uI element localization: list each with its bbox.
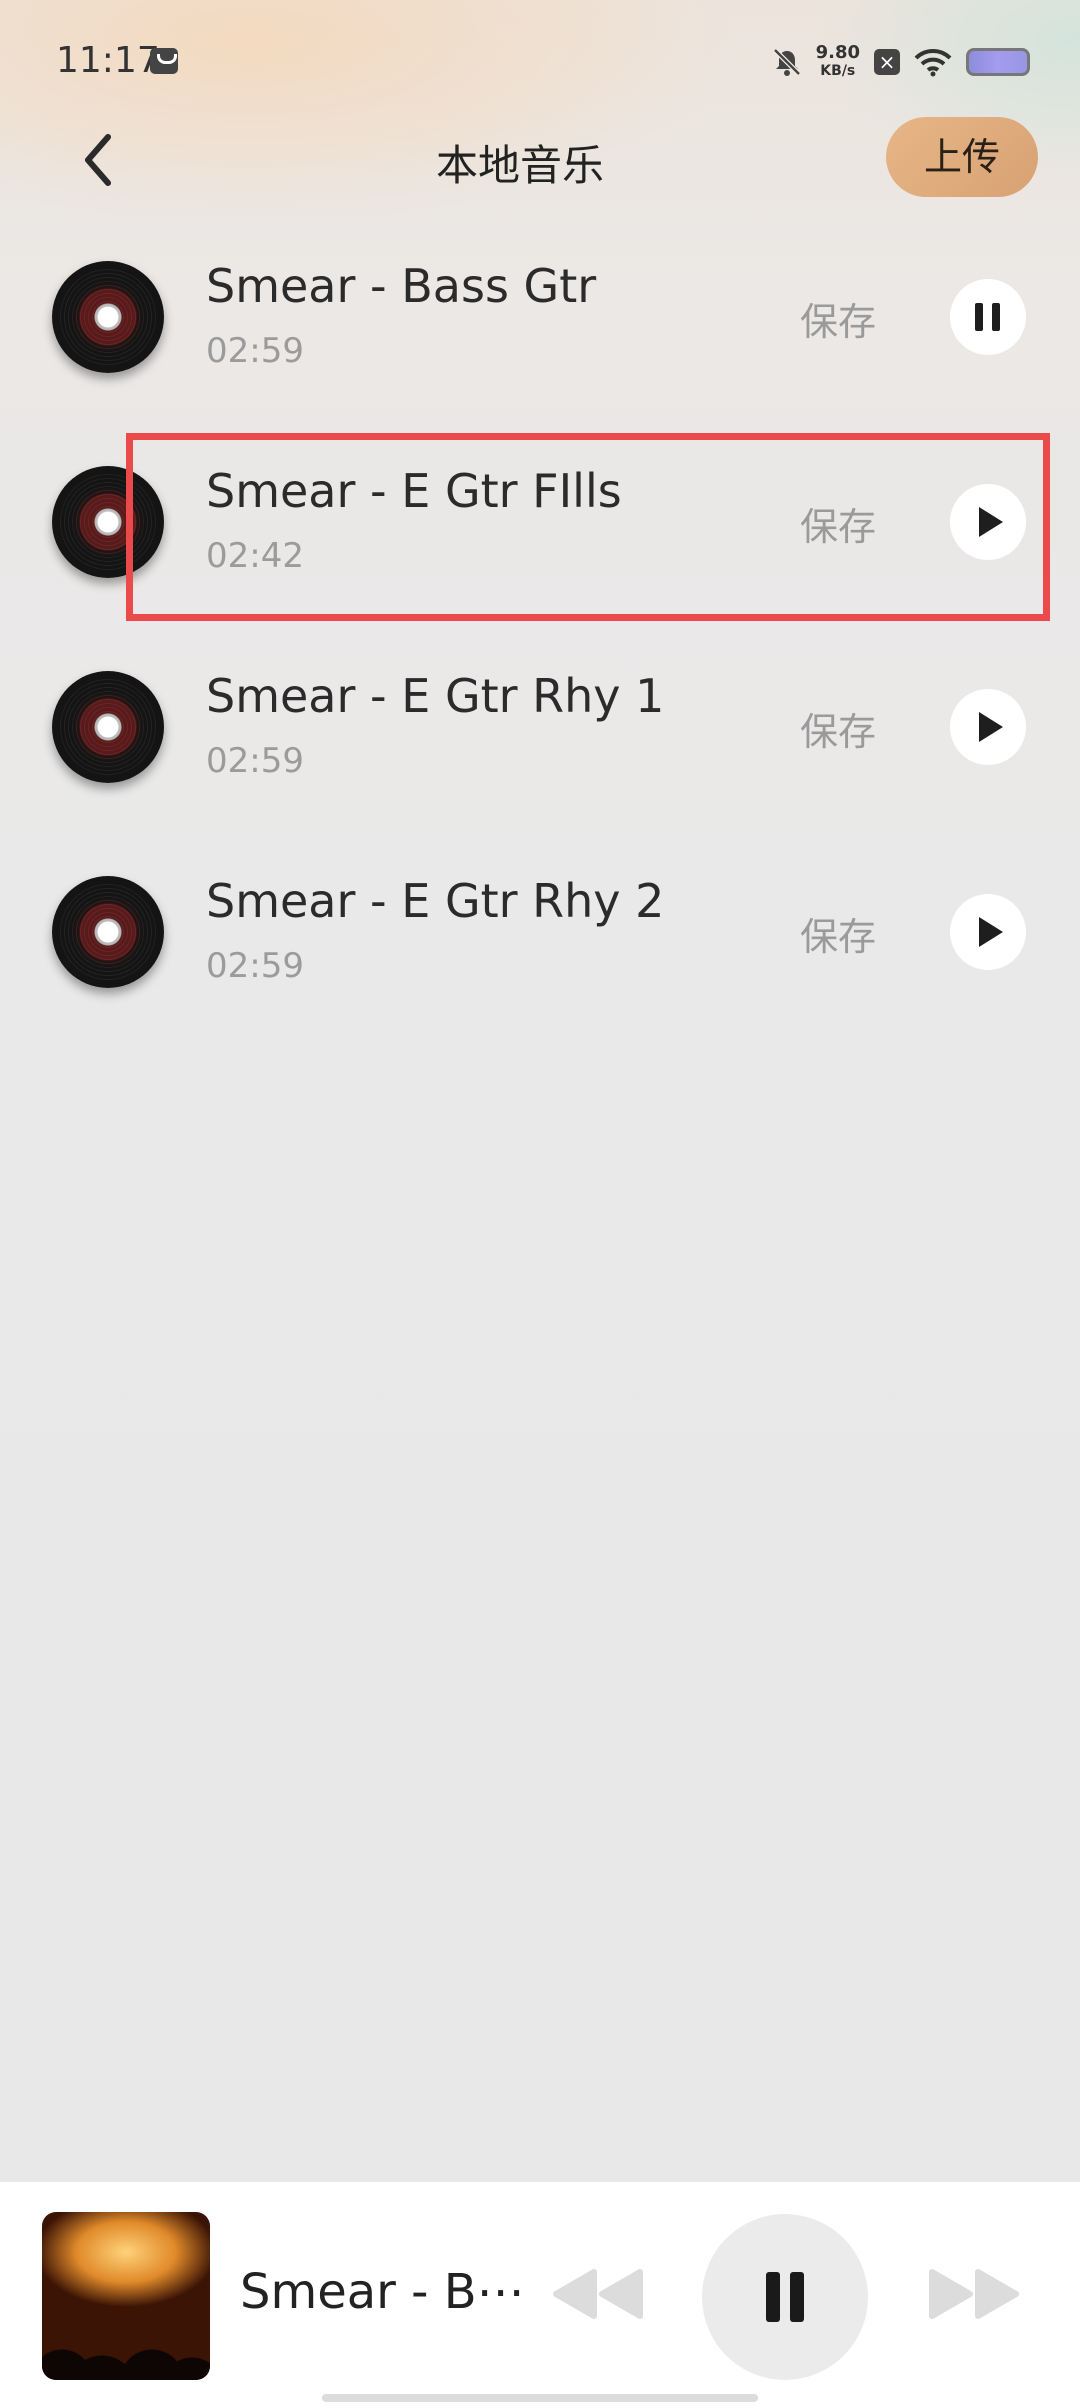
play-button[interactable]	[950, 894, 1026, 970]
vinyl-disc-icon	[52, 671, 164, 783]
status-time: 11:17	[56, 40, 160, 81]
play-button[interactable]	[950, 689, 1026, 765]
pause-icon-bar	[992, 303, 1000, 331]
page-title: 本地音乐	[435, 141, 604, 190]
track-title: Smear - Bass Gtr	[206, 259, 597, 313]
save-button[interactable]: 保存	[800, 291, 876, 346]
track-duration: 02:59	[206, 741, 304, 781]
speed-value: 9.80	[815, 42, 860, 63]
vinyl-disc-icon	[52, 261, 164, 373]
message-notification-icon	[150, 48, 178, 74]
pause-icon	[975, 303, 983, 331]
next-track-icon[interactable]	[924, 2266, 1024, 2322]
track-title: Smear - E Gtr Rhy 1	[206, 669, 665, 723]
play-icon	[979, 712, 1003, 742]
no-sim-icon: ×	[874, 49, 900, 75]
upload-button[interactable]: 上传	[886, 117, 1038, 197]
pause-icon-bar	[790, 2272, 804, 2322]
play-icon	[979, 917, 1003, 947]
save-button[interactable]: 保存	[800, 701, 876, 756]
track-duration: 02:59	[206, 331, 304, 371]
selection-highlight	[126, 433, 1050, 621]
speed-unit: KB/s	[820, 63, 856, 79]
home-indicator[interactable]	[322, 2394, 758, 2402]
list-item[interactable]: Smear - Bass Gtr 02:59 保存	[0, 215, 1080, 415]
pause-icon	[766, 2272, 780, 2322]
album-cover[interactable]	[42, 2212, 210, 2380]
mini-player[interactable]: Smear - B⋯	[0, 2182, 1080, 2408]
wifi-icon	[914, 48, 952, 77]
list-item[interactable]: Smear - E Gtr Rhy 1 02:59 保存	[0, 625, 1080, 825]
vinyl-disc-icon	[52, 876, 164, 988]
track-title: Smear - E Gtr Rhy 2	[206, 874, 665, 928]
status-bar: 11:17 9.80 KB/s ×	[0, 0, 1080, 120]
save-button[interactable]: 保存	[800, 906, 876, 961]
mute-bell-icon	[772, 48, 801, 76]
track-duration: 02:59	[206, 946, 304, 986]
player-track-title[interactable]: Smear - B⋯	[240, 2264, 525, 2320]
previous-track-icon[interactable]	[548, 2266, 648, 2322]
list-item[interactable]: Smear - E Gtr Rhy 2 02:59 保存	[0, 830, 1080, 1030]
network-speed: 9.80 KB/s	[816, 44, 860, 80]
battery-icon	[966, 48, 1030, 76]
play-pause-button[interactable]	[702, 2214, 868, 2380]
status-icons: 9.80 KB/s ×	[772, 42, 1030, 82]
pause-button[interactable]	[950, 279, 1026, 355]
